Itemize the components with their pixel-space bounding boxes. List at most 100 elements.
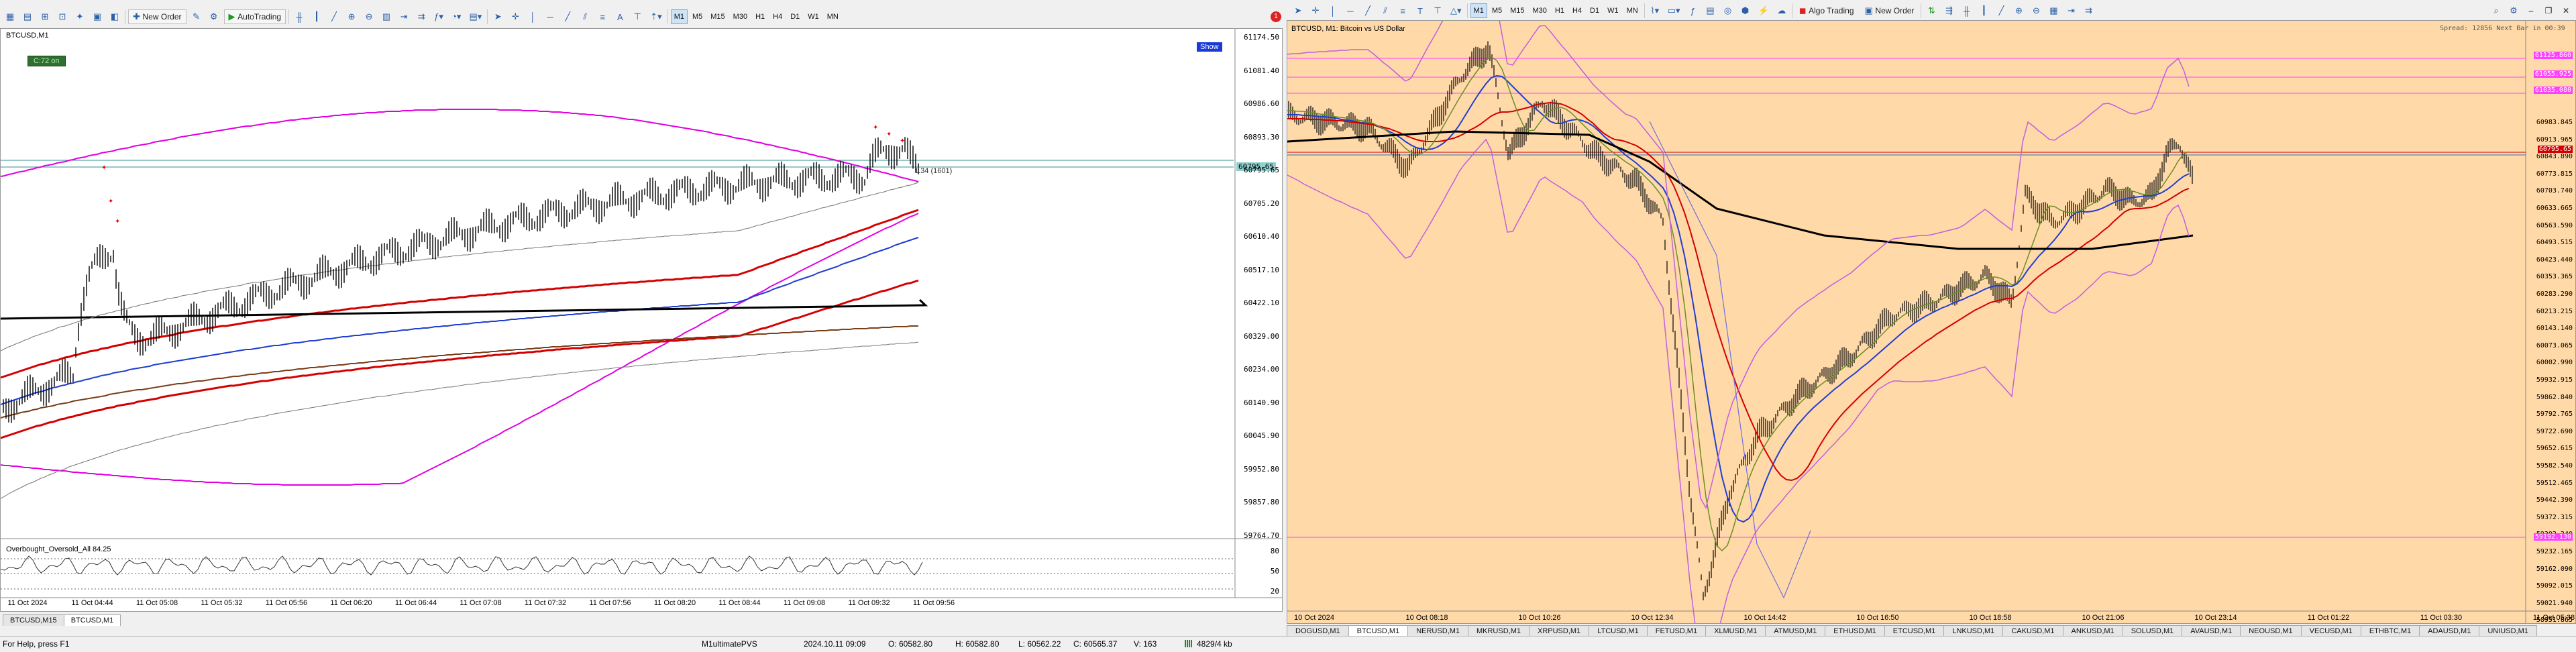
templates-icon[interactable]: ▤▾ xyxy=(466,9,484,24)
trendline-icon[interactable]: ╱ xyxy=(1360,3,1375,18)
zoom-out-icon[interactable]: ⊖ xyxy=(362,9,376,24)
periods-icon[interactable]: ◔▾ xyxy=(449,9,464,24)
horizontal-line-icon[interactable]: ─ xyxy=(543,9,557,24)
autoscroll-icon[interactable]: ⇉ xyxy=(414,9,429,24)
vertical-line-icon[interactable]: │ xyxy=(525,9,540,24)
strategy-tester-icon[interactable]: ◧ xyxy=(107,9,122,24)
symbol-tab[interactable]: CAKUSD,M1 xyxy=(2002,625,2063,637)
new-order-button[interactable]: ✚ New Order xyxy=(128,9,186,24)
timeframe-d1[interactable]: D1 xyxy=(787,9,803,24)
timeframe-m5[interactable]: M5 xyxy=(1489,3,1505,18)
timeframe-h4[interactable]: H4 xyxy=(1569,3,1585,18)
chart-type-icon[interactable]: ⌇▾ xyxy=(1648,3,1662,18)
chart-shift-icon[interactable]: ⇥ xyxy=(396,9,411,24)
cursor-icon[interactable]: ➤ xyxy=(1291,3,1305,18)
timeframe-mn[interactable]: MN xyxy=(1623,3,1642,18)
candlestick-icon[interactable]: ┃ xyxy=(309,9,324,24)
zoom-in-icon[interactable]: ⊕ xyxy=(344,9,359,24)
autotrading-button[interactable]: ▶ AutoTrading xyxy=(223,9,286,24)
timeframe-m1[interactable]: M1 xyxy=(1470,3,1487,18)
timeframe-h1[interactable]: H1 xyxy=(1552,3,1568,18)
timeframe-m5[interactable]: M5 xyxy=(689,9,706,24)
line-chart-icon[interactable]: ╱ xyxy=(327,9,341,24)
symbol-tab[interactable]: FETUSD,M1 xyxy=(1646,625,1707,637)
crosshair-icon[interactable]: ✛ xyxy=(508,9,523,24)
trendline-icon[interactable]: ╱ xyxy=(560,9,575,24)
symbol-tab[interactable]: UNIUSD,M1 xyxy=(2479,625,2537,637)
vps-icon[interactable]: ☁ xyxy=(1774,3,1789,18)
fibonacci-icon[interactable]: ≡ xyxy=(595,9,610,24)
timeframe-d1[interactable]: D1 xyxy=(1587,3,1603,18)
timeframe-h4[interactable]: H4 xyxy=(769,9,786,24)
objects-icon[interactable]: ◎ xyxy=(1721,3,1735,18)
arrows-icon[interactable]: ⇡▾ xyxy=(647,9,664,24)
data-window-icon[interactable]: ⊡ xyxy=(55,9,70,24)
profiles-icon[interactable]: ▤ xyxy=(20,9,35,24)
timeframe-h1[interactable]: H1 xyxy=(752,9,768,24)
horizontal-line-icon[interactable]: ─ xyxy=(1343,3,1358,18)
timeframe-w1[interactable]: W1 xyxy=(804,9,822,24)
symbol-tab[interactable]: SOLUSD,M1 xyxy=(2122,625,2183,637)
cursor-icon[interactable]: ➤ xyxy=(490,9,505,24)
left-chart-window[interactable]: BTCUSD,M1 C:72 on Show ✦ ✦ ✦ ✦ ✦ ✦ 60795.65 1… xyxy=(0,28,1283,612)
crosshair-icon[interactable]: ✛ xyxy=(1308,3,1323,18)
timeframe-w1[interactable]: W1 xyxy=(1604,3,1622,18)
zoom-in-icon[interactable]: ⊕ xyxy=(2011,3,2026,18)
chart-shift-icon[interactable]: ⇥ xyxy=(2063,3,2078,18)
alert-icon[interactable]: 1 xyxy=(1268,9,1284,24)
depth-of-market-icon[interactable]: ⇅ xyxy=(1924,3,1939,18)
symbol-tab[interactable]: NERUSD,M1 xyxy=(1407,625,1468,637)
indicators-icon[interactable]: ƒ xyxy=(1686,3,1701,18)
timeframe-m1[interactable]: M1 xyxy=(670,9,688,24)
minimize-icon[interactable]: – xyxy=(2524,3,2538,18)
one-click-trading-icon[interactable]: ⇶ xyxy=(1941,3,1956,18)
zoom-out-icon[interactable]: ⊖ xyxy=(2029,3,2043,18)
tile-windows-icon[interactable]: ▥ xyxy=(379,9,394,24)
color-scheme-icon[interactable]: ▭▾ xyxy=(1665,3,1683,18)
timeframe-m30[interactable]: M30 xyxy=(1529,3,1550,18)
restore-icon[interactable]: ❐ xyxy=(2541,3,2556,18)
market-icon[interactable]: ⬢ xyxy=(1738,3,1753,18)
label-icon[interactable]: ⊤ xyxy=(1430,3,1445,18)
text-icon[interactable]: T xyxy=(1413,3,1428,18)
bar-chart-icon[interactable]: ╫ xyxy=(1959,3,1974,18)
options-icon[interactable]: ⚙ xyxy=(207,9,221,24)
templates-icon[interactable]: ▤ xyxy=(1703,3,1718,18)
new-order-button[interactable]: ▣ New Order xyxy=(1861,3,1919,18)
line-chart-icon[interactable]: ╱ xyxy=(1994,3,2008,18)
symbol-tab[interactable]: MKRUSD,M1 xyxy=(1467,625,1529,637)
shapes-icon[interactable]: △▾ xyxy=(1448,3,1464,18)
timeframe-m15[interactable]: M15 xyxy=(707,9,728,24)
grid-icon[interactable]: ▦ xyxy=(2046,3,2061,18)
symbol-tab[interactable]: DOGUSD,M1 xyxy=(1287,625,1349,637)
symbol-tab[interactable]: LNKUSD,M1 xyxy=(1943,625,2004,637)
terminal-icon[interactable]: ▣ xyxy=(90,9,105,24)
symbol-tab[interactable]: ANKUSD,M1 xyxy=(2062,625,2123,637)
navigator-icon[interactable]: ✦ xyxy=(72,9,87,24)
symbol-tab[interactable]: ETHBTC,M1 xyxy=(2360,625,2420,637)
chart-tab[interactable]: BTCUSD,M15 xyxy=(3,614,64,626)
chart-tab[interactable]: BTCUSD,M1 xyxy=(63,614,121,626)
timeframe-m30[interactable]: M30 xyxy=(730,9,751,24)
symbol-tab[interactable]: ATMUSD,M1 xyxy=(1765,625,1826,637)
symbol-tab[interactable]: AVAUSD,M1 xyxy=(2182,625,2241,637)
new-chart-icon[interactable]: ▦ xyxy=(3,9,17,24)
symbol-tab[interactable]: LTCUSD,M1 xyxy=(1589,625,1648,637)
close-icon[interactable]: ✕ xyxy=(2559,3,2573,18)
indicators-icon[interactable]: ƒ▾ xyxy=(431,9,446,24)
timeframe-mn[interactable]: MN xyxy=(824,9,842,24)
symbol-tab[interactable]: ADAUSD,M1 xyxy=(2419,625,2480,637)
algo-trading-button[interactable]: ◼ Algo Trading xyxy=(1795,3,1858,18)
market-watch-icon[interactable]: ⊞ xyxy=(38,9,52,24)
metaeditor-icon[interactable]: ✎ xyxy=(189,9,204,24)
label-icon[interactable]: ⊤ xyxy=(630,9,645,24)
search-icon[interactable]: ⌕ xyxy=(2489,3,2504,18)
fibonacci-icon[interactable]: ≡ xyxy=(1395,3,1410,18)
symbol-tab[interactable]: VECUSD,M1 xyxy=(2300,625,2361,637)
symbol-tab[interactable]: BTCUSD,M1 xyxy=(1348,625,1409,637)
bar-chart-icon[interactable]: ╫ xyxy=(292,9,307,24)
timeframe-m15[interactable]: M15 xyxy=(1507,3,1527,18)
candlestick-icon[interactable]: ┃ xyxy=(1976,3,1991,18)
equidistant-channel-icon[interactable]: ⫽ xyxy=(578,9,592,24)
text-icon[interactable]: A xyxy=(612,9,627,24)
